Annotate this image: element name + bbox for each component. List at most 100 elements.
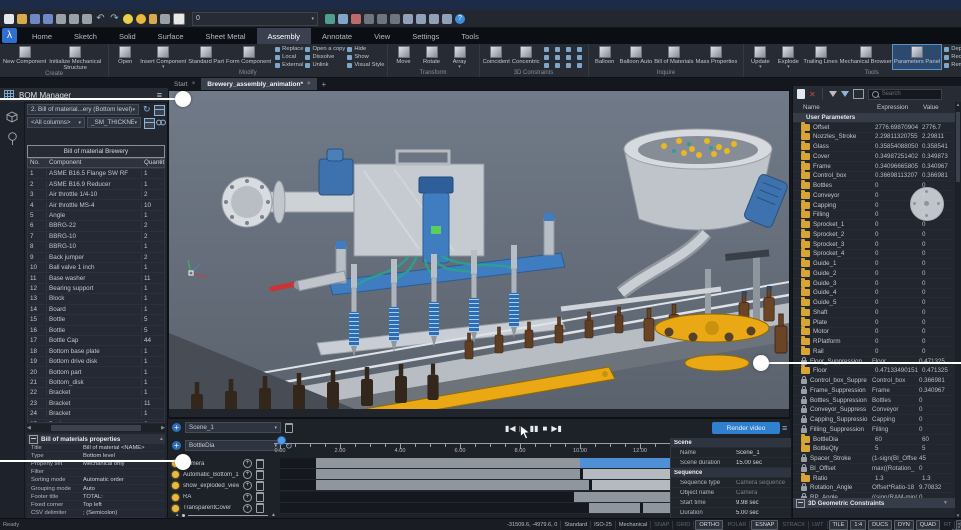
- close-icon[interactable]: ×: [192, 81, 196, 87]
- ribbon-button[interactable]: Balloon Auto: [619, 45, 654, 65]
- delete-track-icon[interactable]: [256, 480, 264, 491]
- ribbon-button[interactable]: Insert Component ▾: [139, 45, 187, 70]
- ribbon-small-button[interactable]: [565, 61, 575, 69]
- filter-icon[interactable]: [828, 91, 837, 97]
- vertical-scrollbar[interactable]: ▲ ▼: [955, 102, 961, 518]
- qat-icon[interactable]: [56, 13, 66, 24]
- scroll-up-icon[interactable]: ▲: [955, 102, 961, 107]
- scene-property-row[interactable]: Scene duration 15.00 sec: [671, 458, 791, 468]
- ribbon-small-button[interactable]: [565, 53, 575, 61]
- bom-properties-header[interactable]: Bill of materials properties ▲: [27, 434, 165, 444]
- ribbon-small-button[interactable]: Local: [275, 53, 303, 61]
- qat-icon[interactable]: [123, 13, 133, 24]
- ribbon-button[interactable]: Bill of Materials: [653, 45, 694, 65]
- parameter-row[interactable]: Floor 0.47133490151 0.471325: [793, 365, 956, 377]
- qat-icon[interactable]: [43, 13, 53, 24]
- ribbon-small-button[interactable]: [576, 45, 586, 53]
- qat-icon[interactable]: [325, 13, 335, 24]
- scene-property-row[interactable]: Sequence: [671, 468, 791, 478]
- parameter-row[interactable]: Shaft 0 0: [793, 306, 956, 318]
- ribbon-small-button[interactable]: Unlink: [305, 61, 345, 69]
- ribbon-button[interactable]: Open: [111, 45, 139, 69]
- ribbon-tab[interactable]: Solid: [108, 28, 147, 44]
- parameter-row[interactable]: Cover 0.34987251402 0.349873: [793, 150, 956, 162]
- table-row[interactable]: 2 ASME B16.9 Reducer 1: [28, 179, 164, 190]
- ribbon-button[interactable]: Initialize Mechanical Structure: [47, 45, 103, 71]
- column-header-no[interactable]: No.: [28, 159, 47, 167]
- status-toggle[interactable]: ESNAP: [751, 520, 779, 530]
- parameter-row[interactable]: Guide_5 0 0: [793, 297, 956, 308]
- timeline-segment[interactable]: [592, 480, 670, 491]
- qat-icon[interactable]: [30, 13, 40, 24]
- ribbon-small-button[interactable]: Dependencies: [944, 45, 961, 53]
- ribbon-button[interactable]: Move: [390, 45, 418, 69]
- add-keyframe-icon[interactable]: +: [243, 492, 252, 502]
- ribbon-small-button[interactable]: [576, 61, 586, 69]
- ribbon-small-button[interactable]: External: [275, 61, 303, 69]
- timeline-ruler[interactable]: 0.00 2.00 4.00 6.00 8.00 10.00 12.00: [168, 439, 678, 455]
- parameter-row[interactable]: Motor 0 0: [793, 326, 956, 338]
- ribbon-button[interactable]: New Component: [2, 45, 47, 71]
- table-row[interactable]: 5 Angle 1: [28, 211, 164, 222]
- status-toggle[interactable]: STRACK: [779, 521, 810, 529]
- ribbon-small-button[interactable]: Show: [347, 53, 384, 61]
- qat-icon[interactable]: [403, 13, 413, 24]
- property-row[interactable]: CSV delimiter ; (Semicolon): [27, 510, 165, 518]
- parameter-row[interactable]: Frame_Suppression Frame 0.340967: [793, 385, 956, 396]
- filter-expressions-icon[interactable]: [840, 91, 849, 97]
- qat-icon[interactable]: [364, 13, 374, 24]
- ribbon-tab[interactable]: View: [363, 28, 401, 44]
- parameter-row[interactable]: Guide_3 0 0: [793, 277, 956, 289]
- qat-icon[interactable]: [390, 13, 400, 24]
- column-header-component[interactable]: Component: [47, 159, 142, 167]
- ribbon-tab[interactable]: Assembly: [256, 28, 312, 44]
- parameter-row[interactable]: Sprocket_1 0 0: [793, 219, 956, 230]
- export-icon[interactable]: [852, 89, 864, 99]
- delete-scene-icon[interactable]: [285, 422, 293, 433]
- add-keyframe-icon[interactable]: +: [243, 481, 252, 491]
- ribbon-small-button[interactable]: Remove structure: [944, 61, 961, 69]
- property-row[interactable]: Footer title TOTAL:: [27, 493, 165, 502]
- ribbon-button[interactable]: Coincident: [482, 45, 511, 65]
- qat-icon[interactable]: [416, 13, 426, 24]
- ribbon-small-button[interactable]: Recover: [944, 53, 961, 61]
- delete-track-icon[interactable]: [256, 492, 264, 503]
- parameter-row[interactable]: Ratio 1.3 1.3: [793, 472, 956, 484]
- bom-config-dropdown[interactable]: 2. Bill of material...ery (Bottom level)…: [27, 104, 139, 115]
- binoculars-icon[interactable]: [156, 118, 166, 127]
- ribbon-small-button[interactable]: [554, 61, 564, 69]
- qat-icon[interactable]: ↷: [109, 13, 120, 24]
- parameter-row[interactable]: RPlatform 0 0: [793, 336, 956, 347]
- status-toggle[interactable]: ISO-25: [591, 521, 616, 529]
- timeline-segment[interactable]: [316, 458, 580, 468]
- ribbon-button[interactable]: Form Component: [225, 45, 272, 69]
- parameter-row[interactable]: Capping_Suppressio Capping 0: [793, 415, 956, 425]
- status-toggle[interactable]: GRID: [673, 521, 695, 529]
- scene-property-row[interactable]: Start time 9.98 sec: [671, 498, 791, 508]
- ribbon-button[interactable]: Parameters Panel: [891, 44, 943, 70]
- add-scene-button[interactable]: +: [172, 423, 181, 432]
- table-row[interactable]: 3 Air throttle 1/4-10 2: [28, 190, 164, 201]
- status-toggle[interactable]: LWT: [809, 521, 828, 529]
- table-row[interactable]: 6 BBRG-22 2: [28, 221, 164, 232]
- balloon-icon[interactable]: [7, 132, 18, 146]
- new-tab-button[interactable]: +: [317, 78, 332, 90]
- parameter-row[interactable]: Frame 0.34096665805 0.340967: [793, 160, 956, 172]
- ribbon-small-button[interactable]: [554, 53, 564, 61]
- ribbon-button[interactable]: Explode ▾: [774, 45, 802, 70]
- ribbon-small-button[interactable]: Open a copy: [305, 45, 345, 53]
- ribbon-tab[interactable]: Home: [21, 28, 63, 44]
- scene-property-row[interactable]: Name Scene_1: [671, 448, 791, 458]
- property-row[interactable]: Filter: [27, 469, 165, 477]
- field-dropdown[interactable]: _SM_THICKNE ▾: [87, 117, 141, 128]
- scroll-right-icon[interactable]: ▶: [161, 425, 165, 431]
- table-row[interactable]: 25 Bush 2: [28, 420, 164, 422]
- table-row[interactable]: 19 Bottom drive disk 1: [28, 357, 164, 368]
- viewport-3d[interactable]: [168, 90, 944, 447]
- table-row[interactable]: 17 Bottle Cap 44: [28, 336, 164, 347]
- parameter-row[interactable]: Conveyor_Suppress Conveyor 0: [793, 405, 956, 416]
- parameter-row[interactable]: BottleDia 60 60: [793, 433, 956, 445]
- parameter-row[interactable]: Sprocket_4 0 0: [793, 248, 956, 260]
- scene-dropdown[interactable]: Scene_1 ▾: [185, 422, 281, 433]
- qat-icon[interactable]: [377, 13, 387, 24]
